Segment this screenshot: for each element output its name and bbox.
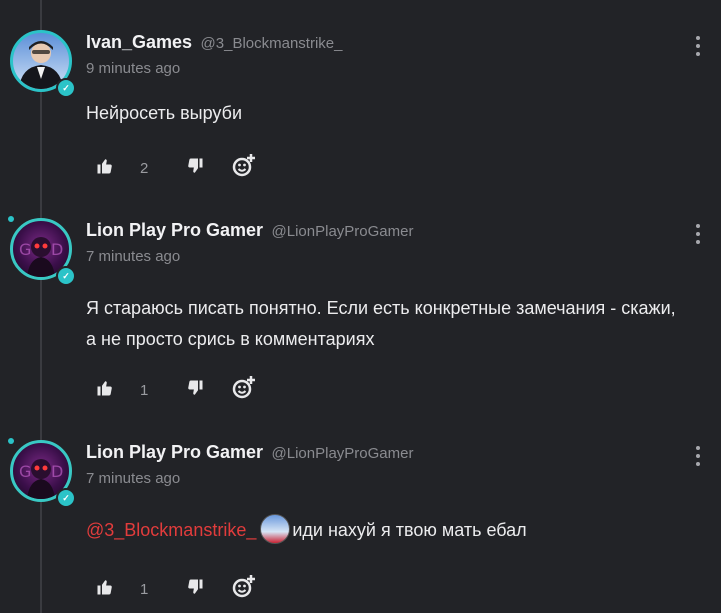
avatar[interactable]: ✓ xyxy=(10,30,76,98)
svg-text:D: D xyxy=(51,240,63,259)
more-options-icon[interactable] xyxy=(692,222,704,246)
username-link[interactable]: Lion Play Pro Gamer xyxy=(86,220,263,240)
verified-badge-icon: ✓ xyxy=(56,266,76,286)
add-emoji-icon xyxy=(232,575,255,598)
thumbs-up-icon xyxy=(97,159,112,174)
like-count: 2 xyxy=(140,160,149,177)
mention-avatar-icon xyxy=(260,514,291,545)
thumbs-down-icon xyxy=(188,579,203,594)
user-handle: @LionPlayProGamer xyxy=(271,445,414,462)
dislike-button[interactable] xyxy=(186,157,204,175)
comment-text: Нейросеть выруби xyxy=(86,103,242,123)
thumbs-up-icon xyxy=(97,580,112,595)
add-reaction-button[interactable] xyxy=(232,375,256,399)
timestamp: 7 minutes ago xyxy=(86,470,181,487)
user-handle: @3_Blockmanstrike_ xyxy=(200,35,343,52)
thumbs-down-icon xyxy=(188,158,203,173)
like-count: 1 xyxy=(140,382,149,399)
more-options-icon[interactable] xyxy=(692,34,704,58)
mention-link[interactable]: @3_Blockmanstrike_ xyxy=(86,520,256,540)
svg-text:G: G xyxy=(19,462,31,481)
svg-text:G: G xyxy=(19,240,31,259)
thumbs-up-icon xyxy=(97,381,112,396)
add-emoji-icon xyxy=(232,154,255,177)
avatar[interactable]: G D ✓ xyxy=(10,218,76,286)
verified-badge-icon: ✓ xyxy=(56,488,76,508)
comment-text-body: иди нахуй я твою мать ебал xyxy=(292,520,527,540)
add-reaction-button[interactable] xyxy=(232,574,256,598)
avatar[interactable]: G D ✓ xyxy=(10,440,76,508)
like-button[interactable] xyxy=(96,379,114,397)
like-button[interactable] xyxy=(96,157,114,175)
comment-header: Lion Play Pro Gamer @LionPlayProGamer xyxy=(86,442,413,463)
dislike-button[interactable] xyxy=(186,578,204,596)
comment-text-line: Я стараюсь писать понятно. Если есть кон… xyxy=(86,298,676,318)
comment-text: Я стараюсь писать понятно. Если есть кон… xyxy=(86,293,706,355)
add-reaction-button[interactable] xyxy=(232,153,256,177)
verified-badge-icon: ✓ xyxy=(56,78,76,98)
comment-header: Ivan_Games @3_Blockmanstrike_ xyxy=(86,32,342,53)
timestamp: 7 minutes ago xyxy=(86,248,181,265)
user-handle: @LionPlayProGamer xyxy=(271,223,414,240)
svg-text:D: D xyxy=(51,462,63,481)
comment-text: @3_Blockmanstrike_ иди нахуй я твою мать … xyxy=(86,514,706,546)
username-link[interactable]: Lion Play Pro Gamer xyxy=(86,442,263,462)
like-button[interactable] xyxy=(96,578,114,596)
thumbs-down-icon xyxy=(188,380,203,395)
comment-text-line: а не просто срись в комментариях xyxy=(86,329,375,349)
comment-header: Lion Play Pro Gamer @LionPlayProGamer xyxy=(86,220,413,241)
like-count: 1 xyxy=(140,581,149,598)
username-link[interactable]: Ivan_Games xyxy=(86,32,192,52)
add-emoji-icon xyxy=(232,376,255,399)
more-options-icon[interactable] xyxy=(692,444,704,468)
dislike-button[interactable] xyxy=(186,379,204,397)
timestamp: 9 minutes ago xyxy=(86,60,181,77)
